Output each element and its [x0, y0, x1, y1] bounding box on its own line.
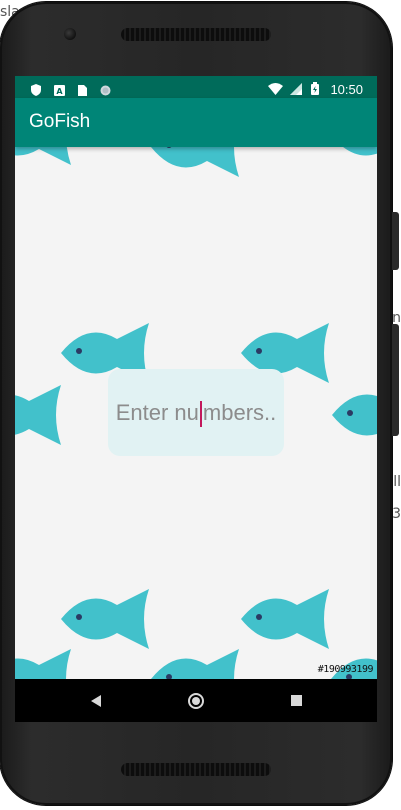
status-icons-left: A — [31, 80, 119, 96]
fish-icon — [343, 147, 377, 156]
cell-signal-icon — [290, 80, 303, 99]
device-frame-stage: sla n ll 3 A 10:50 GoFish Enter nu mbers… — [0, 0, 401, 810]
back-button[interactable] — [66, 679, 126, 722]
placeholder-text-after-cursor: mbers.. — [202, 400, 277, 425]
back-triangle-icon — [91, 694, 101, 707]
home-button[interactable] — [166, 679, 226, 722]
status-clock: 10:50 — [330, 82, 363, 97]
status-bar: A 10:50 — [15, 76, 377, 98]
app-bar: GoFish — [15, 98, 377, 147]
build-tag: #190993199 — [317, 664, 374, 675]
background-text-right-3: 3 — [392, 506, 401, 522]
home-circle-icon — [188, 692, 204, 709]
app-title: GoFish — [29, 111, 91, 132]
fish-icon — [15, 147, 71, 165]
main-content: Enter nu mbers.. #190993199 — [15, 147, 377, 679]
navigation-bar — [15, 679, 377, 722]
recents-button[interactable] — [266, 679, 326, 722]
phone-screen: A 10:50 GoFish Enter nu mbers.. #1909931… — [15, 76, 377, 722]
fish-icon — [151, 649, 239, 679]
recents-square-icon — [290, 695, 302, 706]
numbers-input-field[interactable]: Enter nu mbers.. — [108, 369, 284, 456]
fish-icon — [151, 147, 239, 177]
placeholder-text-before-cursor: Enter nu — [115, 400, 199, 425]
phone-body: A 10:50 GoFish Enter nu mbers.. #1909931… — [0, 2, 399, 805]
volume-button[interactable] — [392, 324, 399, 436]
bottom-speaker-grille — [121, 763, 271, 776]
svg-text:A: A — [56, 87, 63, 96]
power-button[interactable] — [392, 212, 399, 270]
fish-icon — [15, 649, 71, 679]
fish-icon — [15, 385, 61, 445]
wifi-icon — [268, 80, 284, 99]
fish-icon — [61, 589, 149, 649]
front-camera — [64, 28, 76, 40]
fish-icon — [332, 394, 377, 436]
battery-icon — [311, 80, 320, 99]
status-icons-right: 10:50 — [268, 79, 363, 97]
text-cursor — [199, 401, 202, 428]
numbers-input-placeholder: Enter nu mbers.. — [108, 369, 284, 456]
top-speaker-grille — [121, 28, 271, 41]
fish-icon — [241, 589, 329, 649]
background-text-right-2: ll — [393, 474, 401, 490]
